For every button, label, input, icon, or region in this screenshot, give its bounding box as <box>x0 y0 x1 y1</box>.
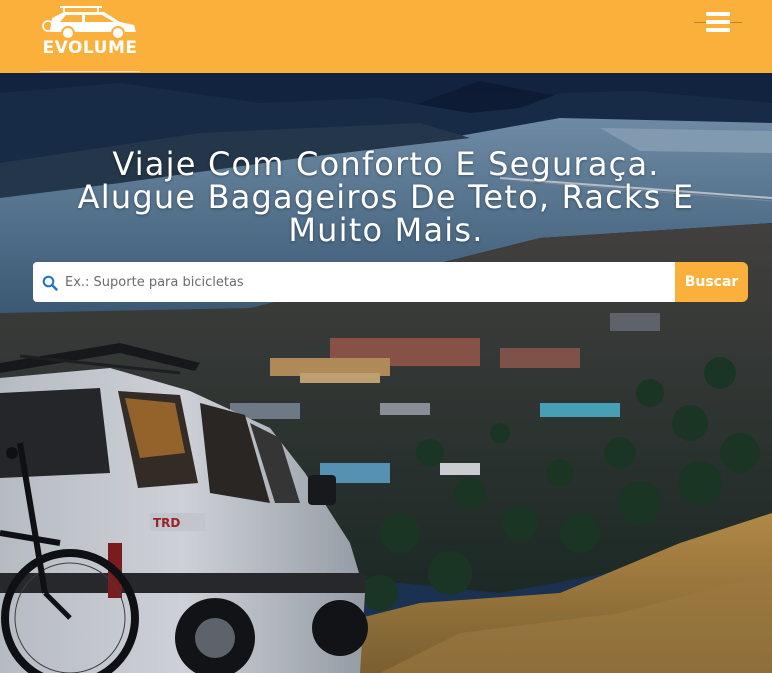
search-button[interactable]: Buscar <box>675 262 748 302</box>
car-logo-icon <box>42 6 136 40</box>
search-input[interactable] <box>65 262 665 302</box>
hamburger-menu-button[interactable] <box>694 8 742 38</box>
search-field-container <box>33 262 676 302</box>
hero-headline: Viaje Com Conforto E Seguraça. Alugue Ba… <box>77 145 695 249</box>
hamburger-bar <box>706 28 730 32</box>
logo-divider <box>40 71 140 72</box>
hamburger-menu-icon <box>706 12 730 16</box>
site-header: EVOLUME <box>0 0 772 73</box>
hamburger-bar <box>706 20 730 24</box>
search-icon <box>42 275 58 291</box>
search-bar: Buscar <box>33 262 748 302</box>
site-logo[interactable]: EVOLUME <box>38 4 142 72</box>
logo-wordmark: EVOLUME <box>42 38 138 58</box>
